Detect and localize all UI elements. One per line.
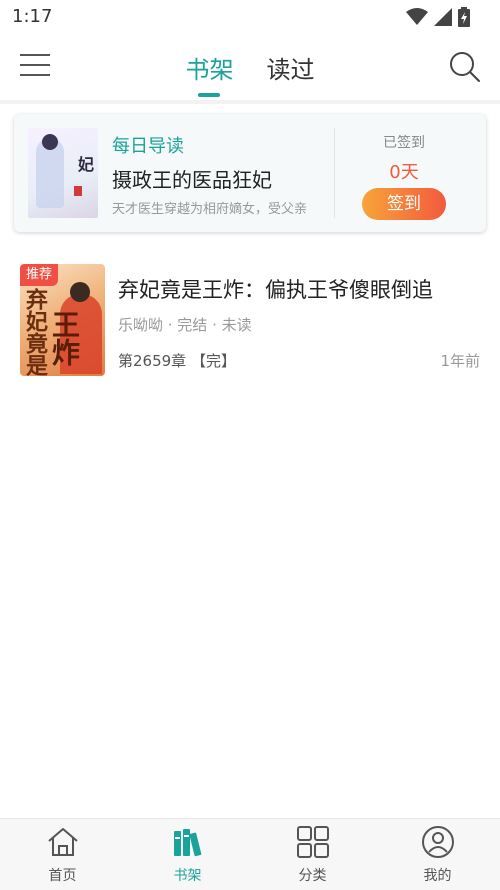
cover-title-art-large: 王炸 (48, 310, 81, 366)
nav-label: 书架 (173, 868, 202, 884)
battery-icon (458, 7, 470, 27)
status-icons (406, 7, 470, 27)
header-divider (0, 100, 500, 104)
tab-label: 读过 (266, 56, 315, 84)
cover-figure-head (70, 282, 90, 302)
daily-book-cover[interactable]: 医品狂妃 (28, 128, 98, 218)
daily-book-description: 天才医生穿越为相府嫡女，受父亲 (112, 202, 308, 217)
book-latest-chapter: 第2659章 【完】 (118, 352, 236, 370)
book-meta: 乐呦呦 · 完结 · 未读 (118, 316, 252, 334)
daily-book-title[interactable]: 摄政王的医品狂妃 (112, 164, 272, 193)
daily-reading-label: 每日导读 (112, 136, 184, 157)
nav-profile[interactable]: 我的 (375, 819, 500, 890)
tab-bookshelf[interactable]: 书架 (185, 50, 234, 97)
nav-category[interactable]: 分类 (250, 819, 375, 890)
search-icon (450, 52, 480, 82)
nav-bookshelf[interactable]: 书架 (125, 819, 250, 890)
tab-active-indicator (198, 93, 221, 97)
app-header: 书架 读过 (0, 34, 500, 100)
tab-label: 书架 (185, 56, 234, 84)
bottom-nav: 首页 书架 分类 我的 (0, 818, 500, 890)
book-title: 弃妃竟是王炸：偏执王爷傻眼倒追 (118, 278, 433, 302)
status-bar: 1:17 (0, 0, 500, 34)
top-tabs: 书架 读过 (0, 50, 500, 97)
wifi-icon (406, 8, 428, 25)
sign-in-button[interactable]: 签到 (362, 188, 446, 220)
bookshelf-icon (174, 829, 202, 857)
cover-seal (74, 186, 82, 196)
status-time: 1:17 (12, 6, 53, 27)
book-cover[interactable]: 弃妃竟是 王炸 推荐 (20, 264, 105, 376)
list-item[interactable]: 弃妃竟是 王炸 推荐 弃妃竟是王炸：偏执王爷傻眼倒追 乐呦呦 · 完结 · 未读… (0, 250, 500, 390)
signal-icon (434, 8, 452, 26)
nav-label: 首页 (48, 868, 77, 884)
daily-reading-card[interactable]: 医品狂妃 每日导读 摄政王的医品狂妃 天才医生穿越为相府嫡女，受父亲 已签到 0… (14, 114, 486, 232)
search-button[interactable] (448, 50, 482, 84)
home-icon (48, 828, 78, 856)
nav-home[interactable]: 首页 (0, 819, 125, 890)
cover-title-art: 弃妃竟是 (22, 288, 48, 376)
profile-icon (422, 826, 454, 858)
recommend-badge: 推荐 (20, 264, 59, 286)
nav-label: 我的 (423, 868, 452, 884)
signed-in-label: 已签到 (383, 135, 425, 151)
tab-history[interactable]: 读过 (267, 50, 315, 85)
cover-figure-head (42, 134, 58, 150)
signed-days-count: 0天 (389, 162, 419, 183)
category-grid-icon (297, 826, 329, 858)
card-divider (334, 128, 335, 218)
nav-label: 分类 (298, 868, 327, 884)
book-updated-time: 1年前 (440, 352, 480, 370)
